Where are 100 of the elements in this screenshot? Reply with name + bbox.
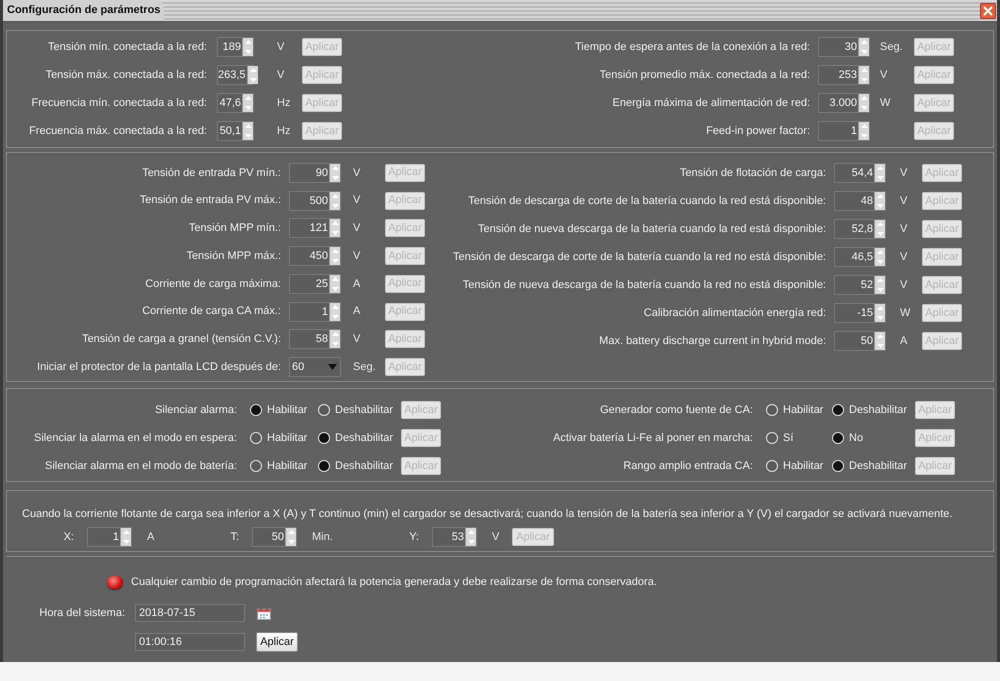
setting-label: Max. battery discharge current in hybrid mode: — [598, 334, 827, 349]
number-field[interactable]: 47,6 — [217, 93, 254, 113]
setting-label: Activar batería Li-Fe al poner en marcha: — [552, 430, 754, 446]
spin-buttons[interactable] — [242, 122, 253, 140]
radio-button[interactable] — [318, 432, 330, 444]
spin-buttons[interactable] — [246, 66, 258, 84]
spin-buttons[interactable] — [465, 528, 476, 546]
number-field[interactable]: 450 — [289, 246, 341, 266]
setting-label: Calibración alimentación energía red: — [642, 306, 827, 321]
number-field[interactable]: -15 — [834, 303, 886, 323]
setting-label: Tiempo de espera antes de la conexión a la red: — [574, 40, 811, 55]
unit-label: Hz — [277, 96, 290, 109]
setting-label: Silenciar alarma: — [154, 402, 238, 418]
number-field[interactable]: 48 — [834, 191, 886, 211]
number-field[interactable]: 25 — [289, 274, 341, 294]
time-field[interactable]: 01:00:16 — [135, 633, 245, 651]
radio-button[interactable] — [318, 460, 330, 472]
spin-buttons[interactable] — [858, 38, 869, 56]
spin-buttons[interactable] — [874, 276, 885, 294]
unit-label: Seg. — [353, 360, 376, 373]
spin-buttons[interactable] — [874, 192, 885, 210]
number-field[interactable]: 1 — [87, 527, 132, 547]
number-field[interactable]: 58 — [289, 329, 341, 350]
setting-label: Tensión de descarga de corte de la batería cuando la red está disponible: — [467, 194, 827, 209]
radio-button[interactable] — [832, 432, 844, 444]
spin-buttons[interactable] — [874, 332, 885, 350]
caret-icon — [328, 364, 336, 370]
unit-label: V — [880, 68, 888, 81]
spin-buttons[interactable] — [874, 164, 885, 182]
unit-label: V — [353, 194, 360, 206]
spin-buttons[interactable] — [858, 66, 869, 84]
setting-label: Tensión máx. conectada a la red: — [44, 68, 208, 83]
number-field[interactable]: 1 — [289, 302, 341, 322]
spin-buttons[interactable] — [329, 330, 340, 348]
spin-buttons[interactable] — [329, 219, 340, 238]
close-button[interactable] — [980, 2, 996, 18]
radio-button[interactable] — [318, 404, 330, 416]
number-field[interactable]: 52 — [834, 275, 886, 295]
spin-buttons[interactable] — [285, 528, 296, 546]
option-label: Habilitar — [783, 458, 824, 474]
option-label: Habilitar — [267, 402, 308, 418]
option-label: Deshabilitar — [849, 402, 908, 418]
spin-buttons[interactable] — [858, 122, 869, 140]
radio-button[interactable] — [250, 432, 262, 444]
radio-button[interactable] — [766, 404, 778, 416]
radio-button[interactable] — [766, 460, 778, 472]
spin-buttons[interactable] — [874, 220, 885, 238]
apply-button[interactable]: Aplicar — [256, 632, 298, 652]
radio-button[interactable] — [832, 404, 844, 416]
number-field[interactable]: 121 — [289, 218, 341, 238]
spin-buttons[interactable] — [329, 247, 340, 266]
radio-button[interactable] — [832, 460, 844, 472]
option-label: No — [849, 430, 864, 446]
description-text: Cuando la corriente flotante de carga sea inferior a X (A) y T continuo (min) el cargador se desactivará; cuando la tensión de la batería sea inferior a Y (V) el cargador se activará nuevamente. — [22, 507, 954, 521]
date-field[interactable]: 2018-07-15 — [135, 604, 245, 622]
option-label: Deshabilitar — [335, 430, 394, 446]
calendar-icon[interactable] — [257, 606, 271, 620]
number-field[interactable]: 253 — [818, 65, 870, 85]
number-field[interactable]: 50,1 — [217, 121, 254, 141]
window-title: Configuración de parámetros — [3, 0, 164, 21]
number-field[interactable]: 90 — [289, 162, 341, 183]
spin-buttons[interactable] — [329, 274, 340, 293]
radio-button[interactable] — [766, 432, 778, 444]
number-field[interactable]: 3.000 — [818, 93, 870, 113]
spin-buttons[interactable] — [329, 164, 340, 182]
spin-buttons[interactable] — [874, 304, 885, 322]
unit-label: V — [900, 278, 908, 291]
spin-buttons[interactable] — [858, 94, 869, 112]
setting-label: Frecuencia máx. conectada a la red: — [28, 124, 208, 139]
spin-buttons[interactable] — [120, 528, 131, 546]
radio-button[interactable] — [250, 404, 262, 416]
spin-buttons[interactable] — [329, 192, 340, 210]
option-label: Habilitar — [267, 430, 308, 446]
radio-button[interactable] — [250, 460, 262, 472]
unit-label: A — [353, 305, 360, 318]
spin-buttons[interactable] — [329, 302, 340, 321]
number-field[interactable]: 30 — [818, 37, 870, 57]
number-field[interactable]: 1 — [818, 121, 870, 141]
setting-label: Tensión de entrada PV máx.: — [138, 193, 282, 208]
dropdown[interactable]: 60 — [289, 357, 341, 378]
spin-buttons[interactable] — [874, 248, 885, 266]
number-field[interactable]: 189 — [217, 37, 254, 57]
number-field[interactable]: 50 — [252, 527, 297, 547]
unit-label: Min. — [312, 530, 333, 543]
close-icon — [983, 6, 993, 16]
setting-label: Iniciar el protector de la pantalla LCD después de: — [36, 360, 282, 375]
unit-label: V — [900, 166, 908, 179]
spin-buttons[interactable] — [242, 94, 253, 112]
setting-label: Corriente de carga CA máx.: — [141, 304, 282, 320]
number-field[interactable]: 54,4 — [834, 163, 886, 183]
number-field[interactable]: 50 — [834, 331, 886, 351]
number-field[interactable]: 500 — [289, 190, 341, 211]
number-field[interactable]: 52,8 — [834, 219, 886, 239]
option-label: Deshabilitar — [335, 402, 394, 418]
setting-label: Energía máxima de alimentación de red: — [612, 96, 811, 111]
number-field[interactable]: 46,5 — [834, 247, 886, 267]
spin-buttons[interactable] — [242, 38, 253, 56]
number-field[interactable]: 53 — [432, 527, 477, 547]
setting-label: Rango amplio entrada CA: — [622, 458, 754, 474]
unit-label: V — [353, 333, 360, 346]
